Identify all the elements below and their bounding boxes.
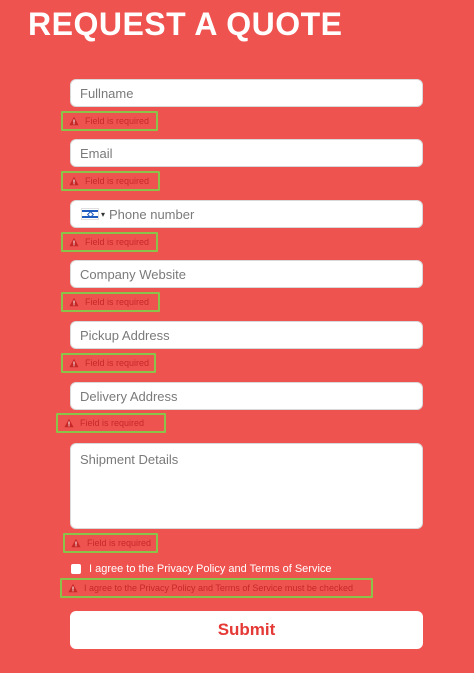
privacy-error-text: I agree to the Privacy Policy and Terms … [84, 583, 353, 593]
company-website-error-text: Field is required [85, 297, 150, 307]
phone-placeholder: Phone number [109, 206, 195, 222]
pickup-address-error-text: Field is required [85, 358, 150, 368]
delivery-address-input[interactable]: Delivery Address [70, 382, 423, 410]
shipment-details-error-text: Field is required [87, 538, 152, 548]
warning-icon [69, 176, 79, 186]
email-input[interactable]: Email [70, 139, 423, 167]
email-placeholder: Email [80, 145, 113, 161]
company-website-placeholder: Company Website [80, 266, 186, 282]
delivery-address-placeholder: Delivery Address [80, 388, 178, 404]
shipment-details-error: Field is required [63, 533, 158, 553]
pickup-address-placeholder: Pickup Address [80, 327, 170, 343]
warning-icon [69, 237, 79, 247]
submit-button[interactable]: Submit [70, 611, 423, 649]
phone-input[interactable]: ▾ Phone number [70, 200, 423, 228]
warning-icon [69, 358, 79, 368]
privacy-error: I agree to the Privacy Policy and Terms … [60, 578, 373, 598]
fullname-error-text: Field is required [85, 116, 150, 126]
phone-error-text: Field is required [85, 237, 150, 247]
warning-icon [64, 418, 74, 428]
pickup-address-error: Field is required [61, 353, 156, 373]
israel-flag-icon[interactable] [81, 208, 99, 220]
pickup-address-input[interactable]: Pickup Address [70, 321, 423, 349]
fullname-input[interactable]: Fullname [70, 79, 423, 107]
company-website-error: Field is required [61, 292, 160, 312]
email-error-text: Field is required [85, 176, 150, 186]
fullname-placeholder: Fullname [80, 85, 134, 101]
warning-icon [69, 116, 79, 126]
warning-icon [68, 583, 78, 593]
shipment-details-textarea[interactable]: Shipment Details [70, 443, 423, 529]
caret-down-icon[interactable]: ▾ [101, 210, 105, 219]
email-error: Field is required [61, 171, 160, 191]
warning-icon [71, 538, 81, 548]
privacy-checkbox[interactable] [71, 564, 81, 574]
delivery-address-error: Field is required [56, 413, 166, 433]
delivery-address-error-text: Field is required [80, 418, 145, 428]
shipment-details-placeholder: Shipment Details [80, 452, 179, 467]
page-title: REQUEST A QUOTE [28, 6, 343, 42]
privacy-agree-row: I agree to the Privacy Policy and Terms … [71, 563, 332, 575]
privacy-label: I agree to the Privacy Policy and Terms … [89, 563, 332, 575]
company-website-input[interactable]: Company Website [70, 260, 423, 288]
fullname-error: Field is required [61, 111, 158, 131]
phone-error: Field is required [61, 232, 158, 252]
warning-icon [69, 297, 79, 307]
